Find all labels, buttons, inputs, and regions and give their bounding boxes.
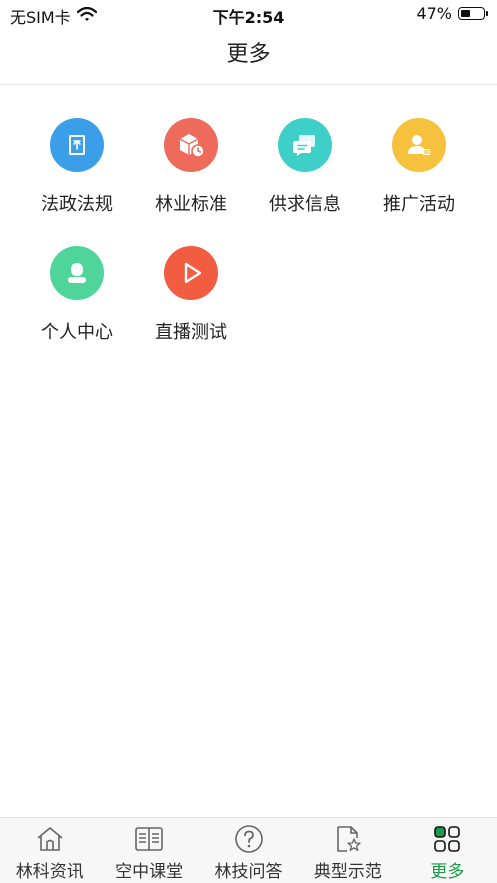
grid-label: 林业标准 <box>155 194 227 215</box>
battery-percent: 47% <box>416 4 452 23</box>
tab-qa[interactable]: 林技问答 <box>199 818 298 883</box>
grid-label: 推广活动 <box>383 194 455 215</box>
grid-label: 个人中心 <box>41 322 113 343</box>
tab-label: 更多 <box>430 862 465 882</box>
tab-bar: 林科资讯 空中课堂 林技问答 典型示范 更多 <box>0 817 497 883</box>
nav-bar: 更多 <box>0 28 497 85</box>
status-right: 47% <box>416 4 488 23</box>
question-icon <box>234 824 264 854</box>
grid-item-personal[interactable]: 个人中心 <box>20 246 134 344</box>
home-icon <box>35 824 65 854</box>
tab-classroom[interactable]: 空中课堂 <box>99 818 198 883</box>
person-icon <box>50 246 104 300</box>
feature-grid: 法政法规 林业标准 供求信息 推广活动 个人中心 直播测试 <box>20 118 480 344</box>
tab-demo[interactable]: 典型示范 <box>298 818 397 883</box>
tab-label: 林技问答 <box>214 862 283 882</box>
page-title: 更多 <box>226 42 271 67</box>
grid-icon <box>432 824 462 854</box>
document-star-icon <box>333 824 363 854</box>
grid-item-standard[interactable]: 林业标准 <box>134 118 248 216</box>
tab-label: 林科资讯 <box>15 862 84 882</box>
tab-label: 空中课堂 <box>115 862 184 882</box>
law-book-icon <box>50 118 104 172</box>
standard-box-icon <box>164 118 218 172</box>
play-icon <box>164 246 218 300</box>
chat-bubbles-icon <box>278 118 332 172</box>
grid-item-supply[interactable]: 供求信息 <box>248 118 362 216</box>
battery-icon <box>458 7 488 20</box>
tab-label: 典型示范 <box>313 862 382 882</box>
grid-item-promotion[interactable]: 推广活动 <box>362 118 476 216</box>
grid-item-live[interactable]: 直播测试 <box>134 246 248 344</box>
grid-item-law[interactable]: 法政法规 <box>20 118 134 216</box>
grid-label: 供求信息 <box>269 194 341 215</box>
status-bar: 无SIM卡 下午2:54 47% <box>0 0 497 28</box>
tab-more[interactable]: 更多 <box>398 818 497 883</box>
promotion-user-icon <box>392 118 446 172</box>
book-icon <box>134 824 164 854</box>
tab-news[interactable]: 林科资讯 <box>0 818 99 883</box>
grid-label: 法政法规 <box>41 194 113 215</box>
grid-label: 直播测试 <box>155 322 227 343</box>
